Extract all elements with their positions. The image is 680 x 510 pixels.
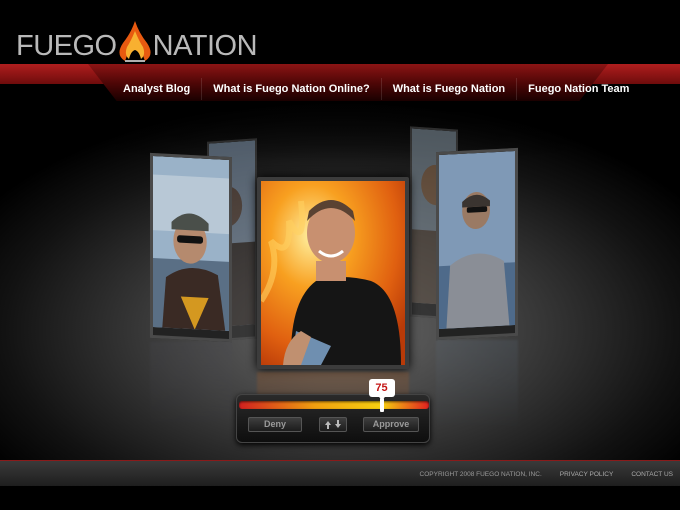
nav-item-what-is-fuego-nation-online[interactable]: What is Fuego Nation Online?	[202, 78, 382, 100]
deny-button[interactable]: Deny	[248, 417, 302, 432]
bottom-band	[0, 486, 680, 510]
main-nav: Analyst Blog What is Fuego Nation Online…	[112, 78, 629, 100]
photo-card-featured[interactable]	[257, 177, 409, 369]
logo-text-left: FUEGO	[16, 29, 117, 62]
featured-person-photo-image	[261, 181, 405, 365]
logo-text-right: NATION	[152, 29, 258, 62]
person-photo-image	[439, 151, 515, 330]
right-photo-reflection	[436, 340, 518, 430]
approve-button[interactable]: Approve	[363, 417, 419, 432]
up-down-arrows-icon	[325, 420, 341, 429]
nav-item-fuego-nation-team[interactable]: Fuego Nation Team	[517, 78, 640, 100]
left-photo-reflection	[150, 342, 232, 432]
rating-score-bubble: 75	[368, 379, 395, 400]
nav-item-what-is-fuego-nation[interactable]: What is Fuego Nation	[382, 78, 518, 100]
person-photo-image	[153, 156, 229, 332]
swap-button[interactable]	[319, 417, 347, 432]
site-logo[interactable]: FUEGO NATION	[16, 21, 258, 64]
contact-us-link[interactable]: CONTACT US	[631, 471, 673, 478]
footer: COPYRIGHT 2008 FUEGO NATION, INC. PRIVAC…	[0, 460, 680, 486]
photo-card-right[interactable]	[436, 147, 518, 341]
flame-icon	[119, 21, 151, 62]
vote-control: 75 Deny Approve	[236, 379, 430, 443]
privacy-policy-link[interactable]: PRIVACY POLICY	[560, 471, 614, 478]
copyright-text: COPYRIGHT 2008 FUEGO NATION, INC.	[419, 470, 542, 478]
rating-slider-track[interactable]	[239, 401, 429, 409]
nav-item-analyst-blog[interactable]: Analyst Blog	[112, 78, 203, 100]
photo-card-left[interactable]	[150, 152, 232, 343]
footer-links: COPYRIGHT 2008 FUEGO NATION, INC. PRIVAC…	[420, 461, 673, 487]
